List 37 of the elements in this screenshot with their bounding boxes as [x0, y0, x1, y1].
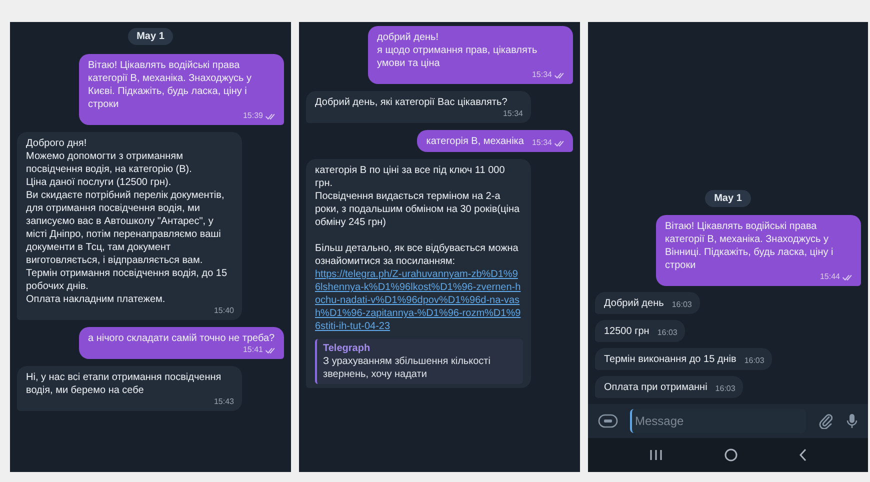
message-text: Добрий день, які категорії Вас цікавлять? — [315, 96, 508, 109]
message-time: 15:40 — [214, 306, 234, 316]
message-text: Доброго дня! Можемо допомогти з отриманням посвідчення водія, на категорію (В). Ціна даної послуги (12500 грн). Ви скидаєте потрібний перелік документів, для отримання посвідчення водія, ми записуємо вас в Автошколу "Антарес", у місті Дніпро, потім перенаправляємо ваші документи в Тсц, там документ виготовляється, і відправляється вам. Термін отримання посвідчення водія, до 15 робочих днів. Оплата накладним платежем. — [26, 137, 228, 306]
message-input[interactable]: Message — [630, 409, 806, 433]
message-text: Вітаю! Цікавлять водійські права категорії В, механіка. Знаходжусь у Києві. Підкажіть, будь ласка, ціну і строки — [88, 59, 253, 111]
message-text: Добрий день — [604, 297, 664, 310]
message-time: 16:03 — [744, 356, 764, 366]
message-text: Оплата при отриманні — [604, 381, 708, 394]
message-link[interactable]: https://telegra.ph/Z-urahuvannyam-zb%D1%96lshennya-k%D1%96lkost%D1%96-zvernen-hochu-nadati-v%D1%96dpov%D1%96d-na-vash%D1%96-zapitannya-%D1%96-rozm%D1%96stiti-ih-tut-04-23 — [315, 268, 523, 333]
paperclip-icon[interactable] — [818, 413, 834, 429]
message-text: категорія В, механіка — [426, 135, 524, 148]
message-time: 15:41 — [242, 345, 263, 355]
message-time: 15:44 — [820, 272, 840, 282]
message-time: 15:34 — [532, 138, 552, 148]
message-text: категорія В по ціні за все під ключ 11 000 грн. Посвідчення видається терміном на 2-а роки, з подальшим обміном на 30 років(ціна обміну 245 грн) Більш детально, як все відбувається можна ознайомитися за посиланням: — [315, 164, 521, 268]
home-icon[interactable] — [724, 448, 738, 462]
date-chip: May 1 — [128, 28, 174, 45]
message-text: Ні, у нас всі етапи отримання посвідчення водія, ми беремо на себе — [26, 371, 222, 397]
message-text: Термін виконання до 15 днів — [604, 353, 736, 366]
back-icon[interactable] — [799, 448, 808, 462]
message-time: 16:03 — [672, 300, 692, 310]
message-time: 15:43 — [214, 397, 234, 407]
microphone-icon[interactable] — [846, 413, 858, 429]
message-text: добрий день! я щодо отримання прав, цікавлять умови та ціна — [377, 31, 538, 70]
message-text: Вітаю! Цікавлять водійські права категорії В, механіка. Знаходжусь у Вінниці. Підкажіть, будь ласка, ціну і строки — [665, 220, 834, 272]
recent-apps-icon[interactable] — [648, 449, 663, 461]
message-text: а нічого складати самій точно не треба? — [88, 332, 275, 345]
preview-text: З урахуванням збільшення кількості звернень, хочу надати — [323, 355, 492, 381]
message-time: 15:39 — [242, 111, 263, 121]
message-time: 15:34 — [502, 109, 523, 119]
message-text: 12500 грн — [604, 325, 650, 338]
message-time: 16:03 — [657, 328, 678, 338]
link-preview[interactable]: Telegraph З урахуванням збільшення кількості звернень, хочу надати — [315, 339, 523, 384]
message-time: 15:34 — [532, 70, 552, 80]
preview-site: Telegraph — [323, 342, 372, 355]
date-chip: May 1 — [705, 190, 751, 207]
message-time: 16:03 — [715, 384, 736, 394]
